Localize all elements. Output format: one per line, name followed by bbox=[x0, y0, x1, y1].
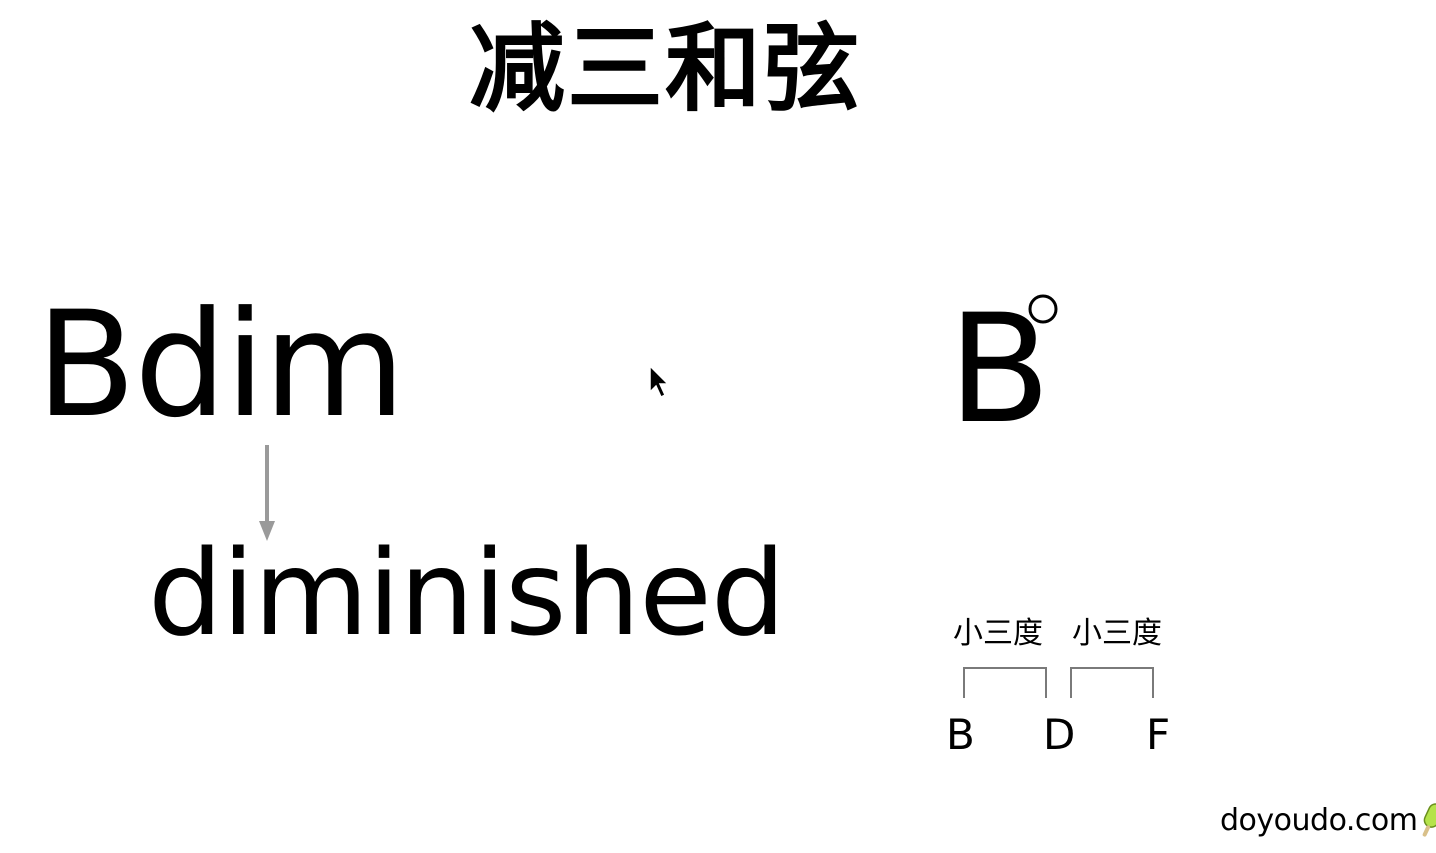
note-b: B bbox=[946, 710, 975, 759]
chord-name: Bdim bbox=[36, 280, 406, 450]
slide-title: 减三和弦 bbox=[469, 13, 861, 125]
note-d: D bbox=[1043, 710, 1076, 759]
note-f: F bbox=[1146, 710, 1171, 759]
interval-label-minor-third: 小三度 bbox=[953, 616, 1043, 651]
interval-label-minor-third: 小三度 bbox=[1072, 616, 1162, 651]
mouse-cursor-icon bbox=[649, 364, 670, 399]
popsicle-icon bbox=[1422, 803, 1436, 837]
watermark-text: doyoudo.com bbox=[1220, 803, 1418, 838]
watermark: doyoudo.com bbox=[1220, 798, 1436, 844]
diminished-circle-icon bbox=[1028, 294, 1058, 324]
interval-bracket bbox=[963, 667, 1047, 698]
diminished-word: diminished bbox=[148, 524, 786, 662]
interval-bracket bbox=[1070, 667, 1154, 698]
